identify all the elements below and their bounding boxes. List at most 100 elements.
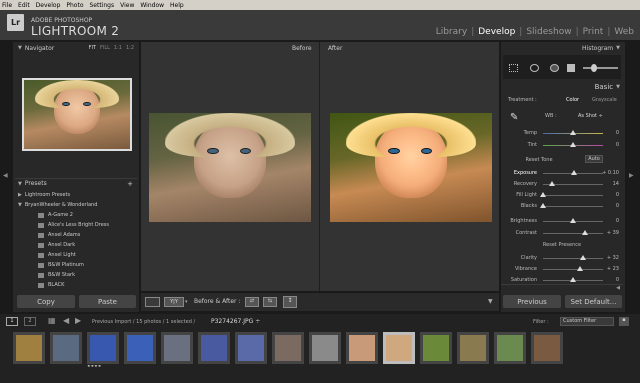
swap-icon[interactable]: ↕: [283, 296, 297, 308]
menu-view[interactable]: View: [120, 2, 134, 9]
filmstrip-thumb[interactable]: [123, 331, 157, 365]
slider-clarity[interactable]: Clarity + 32: [503, 254, 621, 263]
slider-exposure[interactable]: Exposure + 0.10: [503, 169, 621, 178]
page-2-button[interactable]: 2: [24, 317, 36, 326]
filmstrip-thumb[interactable]: [419, 331, 453, 365]
preset-item[interactable]: Ansel Light: [38, 252, 156, 258]
slider-value[interactable]: 0: [616, 192, 619, 198]
presets-header[interactable]: ▼ Presets +: [15, 178, 137, 188]
menu-window[interactable]: Window: [140, 2, 164, 9]
add-preset-icon[interactable]: +: [127, 180, 133, 188]
white-balance-picker-icon[interactable]: ✎: [510, 112, 518, 123]
slider-knob[interactable]: [582, 230, 588, 235]
grid-icon[interactable]: ▦: [48, 316, 56, 325]
filmstrip-thumb[interactable]: [530, 331, 564, 365]
basic-header[interactable]: Basic ▼: [501, 82, 623, 92]
loupe-view-icon[interactable]: [145, 297, 160, 307]
slider-value[interactable]: 0: [616, 142, 619, 148]
slider-contrast[interactable]: Contrast + 39: [503, 229, 621, 238]
slider-value[interactable]: 14: [613, 181, 619, 187]
navigator-preview[interactable]: [22, 78, 132, 151]
crop-tool-icon[interactable]: [509, 64, 518, 72]
back-arrow-icon[interactable]: ◀: [63, 316, 69, 325]
menu-photo[interactable]: Photo: [66, 2, 83, 9]
paste-button[interactable]: Paste: [79, 295, 136, 308]
slider-knob[interactable]: [571, 170, 578, 175]
treatment-grayscale[interactable]: Grayscale: [592, 97, 617, 103]
slider-knob[interactable]: [577, 266, 584, 271]
slider-value[interactable]: + 39: [607, 230, 619, 236]
slider-vibrance[interactable]: Vibrance + 23: [503, 265, 621, 274]
preset-folder[interactable]: ▶ Lightroom Presets: [18, 192, 136, 198]
navigator-header[interactable]: ▼ Navigator FIT FILL 1:1 1:2: [15, 43, 137, 53]
filmstrip-thumb[interactable]: [493, 331, 527, 365]
preset-item[interactable]: Ansel Dark: [38, 242, 156, 248]
copy-button[interactable]: Copy: [17, 295, 75, 308]
filmstrip-thumb[interactable]: [160, 331, 194, 365]
filter-select[interactable]: Custom Filter: [560, 317, 614, 326]
left-panel-toggle-icon[interactable]: ◀: [3, 172, 8, 179]
copy-before-to-after-icon[interactable]: ⇄: [245, 297, 259, 307]
zoom-1-1[interactable]: 1:1: [114, 45, 122, 51]
slider-track[interactable]: [543, 258, 603, 259]
zoom-1-2[interactable]: 1:2: [126, 45, 134, 51]
dropdown-caret-icon[interactable]: ▾: [185, 299, 188, 305]
slider-track[interactable]: [543, 206, 603, 207]
previous-button[interactable]: Previous: [503, 295, 561, 308]
before-photo[interactable]: [149, 113, 311, 222]
filmstrip-thumb[interactable]: [382, 331, 416, 365]
preset-item[interactable]: A-Game 2: [38, 212, 156, 218]
slider-track[interactable]: [543, 269, 603, 270]
slider-knob[interactable]: [570, 218, 576, 223]
filmstrip-thumb[interactable]: [308, 331, 342, 365]
filmstrip-thumb[interactable]: [271, 331, 305, 365]
filmstrip-filename[interactable]: P3274267.JPG ÷: [211, 318, 260, 325]
filmstrip-path[interactable]: Previous Import / 15 photos / 1 selected…: [92, 319, 195, 325]
preset-item[interactable]: Ansel Adams: [38, 232, 156, 238]
filmstrip-thumb[interactable]: [197, 331, 231, 365]
page-1-button[interactable]: 1: [6, 317, 18, 326]
slider-value[interactable]: + 0.10: [602, 170, 619, 176]
preset-item[interactable]: B&W Platinum: [38, 262, 156, 268]
reset-presence-label[interactable]: Reset Presence: [503, 242, 621, 248]
slider-value[interactable]: 0: [616, 203, 619, 209]
slider-knob[interactable]: [540, 203, 546, 208]
slider-value[interactable]: + 32: [607, 255, 619, 261]
slider-knob[interactable]: [570, 130, 576, 135]
filter-lock-icon[interactable]: ▪: [619, 317, 629, 326]
zoom-fit[interactable]: FIT: [89, 45, 96, 51]
slider-knob[interactable]: [549, 181, 555, 186]
slider-knob[interactable]: [540, 192, 546, 197]
slider-value[interactable]: 0: [616, 218, 619, 224]
module-slideshow[interactable]: Slideshow: [526, 27, 571, 37]
filmstrip-thumb[interactable]: [49, 331, 83, 365]
slider-blacks[interactable]: Blacks 0: [503, 202, 621, 211]
slider-tint[interactable]: Tint 0: [503, 141, 621, 150]
filmstrip-thumb[interactable]: [234, 331, 268, 365]
menu-settings[interactable]: Settings: [90, 2, 115, 9]
module-library[interactable]: Library: [436, 27, 467, 37]
slider-knob[interactable]: [579, 255, 586, 260]
menu-edit[interactable]: Edit: [18, 2, 30, 9]
histogram-header[interactable]: Histogram ▼: [501, 43, 623, 53]
filmstrip-thumb[interactable]: [345, 331, 379, 365]
slider-value[interactable]: 0: [616, 130, 619, 136]
preset-item[interactable]: BLACK: [38, 282, 156, 288]
treatment-color[interactable]: Color: [566, 97, 579, 103]
copy-after-to-before-icon[interactable]: ⇆: [263, 297, 277, 307]
filmstrip-thumb[interactable]: [12, 331, 46, 365]
menu-help[interactable]: Help: [170, 2, 184, 9]
slider-track[interactable]: [543, 195, 603, 196]
slider-knob[interactable]: [570, 277, 576, 282]
slider-knob[interactable]: [570, 142, 576, 147]
preset-folder[interactable]: ▼ BryanWheeler & Wonderland: [18, 202, 136, 208]
module-web[interactable]: Web: [614, 27, 634, 37]
slider-value[interactable]: 0: [616, 277, 619, 283]
tone-curve-header[interactable]: ◀: [501, 284, 623, 292]
wb-select[interactable]: As Shot ÷: [578, 113, 603, 119]
graduated-filter-icon[interactable]: [567, 64, 575, 72]
menu-develop[interactable]: Develop: [36, 2, 61, 9]
menu-file[interactable]: File: [2, 2, 12, 9]
before-after-mode-button[interactable]: Y|Y: [164, 297, 184, 307]
module-develop[interactable]: Develop: [478, 27, 515, 37]
